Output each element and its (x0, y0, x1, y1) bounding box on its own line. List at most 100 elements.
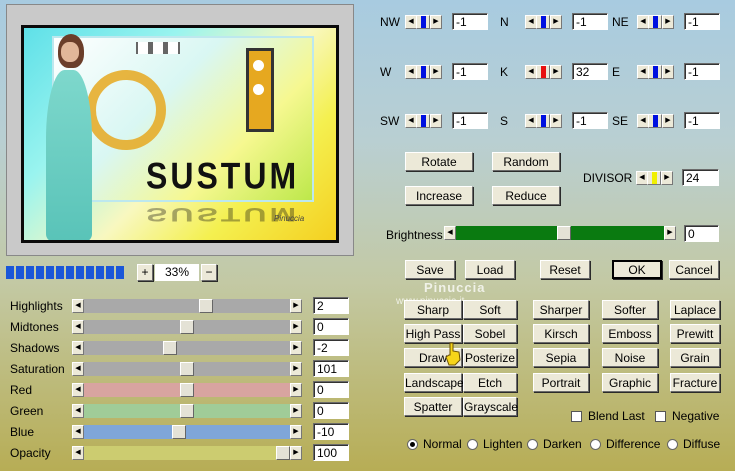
midtones-slider[interactable]: ◀ ▶ (72, 320, 304, 334)
zoom-out-button[interactable]: − (201, 264, 217, 281)
zoom-in-button[interactable]: + (137, 264, 153, 281)
kernel-k-right-arrow-icon[interactable]: ▶ (550, 65, 562, 79)
divisor-field[interactable]: 24 (682, 169, 719, 186)
kernel-e-spinner[interactable]: ◀ ▶ (637, 65, 674, 79)
ok-button[interactable]: OK (612, 260, 662, 279)
red-slider[interactable]: ◀ ▶ (72, 383, 304, 397)
preset-high-pass-button[interactable]: High Pass (404, 324, 462, 343)
kernel-n-field[interactable]: -1 (572, 13, 608, 30)
kernel-nw-field[interactable]: -1 (452, 13, 488, 30)
preset-posterize-button[interactable]: Posterize (463, 348, 517, 367)
kernel-se-field[interactable]: -1 (684, 112, 720, 129)
preview-image-frame[interactable]: SUSTUM SUSTUM Pinuccia (21, 25, 339, 243)
brightness-left-arrow-icon[interactable]: ◀ (444, 226, 456, 240)
kernel-e-right-arrow-icon[interactable]: ▶ (662, 65, 674, 79)
kernel-sw-spinner[interactable]: ◀ ▶ (405, 114, 442, 128)
shadows-left-arrow-icon[interactable]: ◀ (72, 341, 84, 355)
highlights-slider[interactable]: ◀ ▶ (72, 299, 304, 313)
preset-portrait-button[interactable]: Portrait (533, 373, 589, 392)
mode-normal-radio[interactable] (407, 439, 418, 450)
kernel-e-field[interactable]: -1 (684, 63, 720, 80)
preset-sepia-button[interactable]: Sepia (533, 348, 589, 367)
preset-laplace-button[interactable]: Laplace (670, 300, 720, 319)
save-button[interactable]: Save (405, 260, 455, 279)
kernel-w-right-arrow-icon[interactable]: ▶ (430, 65, 442, 79)
kernel-ne-right-arrow-icon[interactable]: ▶ (662, 15, 674, 29)
preset-fracture-button[interactable]: Fracture (670, 373, 720, 392)
kernel-s-right-arrow-icon[interactable]: ▶ (550, 114, 562, 128)
highlights-thumb[interactable] (199, 299, 213, 313)
preset-sharp-button[interactable]: Sharp (404, 300, 462, 319)
green-slider[interactable]: ◀ ▶ (72, 404, 304, 418)
brightness-thumb[interactable] (557, 226, 571, 240)
kernel-s-field[interactable]: -1 (572, 112, 608, 129)
preset-sharper-button[interactable]: Sharper (533, 300, 589, 319)
load-button[interactable]: Load (465, 260, 515, 279)
blend-last-checkbox[interactable] (571, 411, 582, 422)
preset-grayscale-button[interactable]: Grayscale (463, 397, 518, 416)
random-button[interactable]: Random (492, 152, 560, 171)
opacity-slider[interactable]: ◀ ▶ (72, 446, 304, 460)
kernel-ne-spinner[interactable]: ◀ ▶ (637, 15, 674, 29)
opacity-right-arrow-icon[interactable]: ▶ (290, 446, 302, 460)
mode-lighten-radio[interactable] (467, 439, 478, 450)
shadows-slider[interactable]: ◀ ▶ (72, 341, 304, 355)
rotate-button[interactable]: Rotate (405, 152, 473, 171)
saturation-field[interactable]: 101 (313, 360, 349, 377)
negative-checkbox[interactable] (655, 411, 666, 422)
blue-slider[interactable]: ◀ ▶ (72, 425, 304, 439)
kernel-se-right-arrow-icon[interactable]: ▶ (662, 114, 674, 128)
red-field[interactable]: 0 (313, 381, 349, 398)
preset-landscape-button[interactable]: Landscape (404, 373, 464, 392)
brightness-slider[interactable]: ◀ ▶ (444, 226, 676, 240)
blue-field[interactable]: -10 (313, 423, 349, 440)
green-field[interactable]: 0 (313, 402, 349, 419)
preset-softer-button[interactable]: Softer (602, 300, 658, 319)
opacity-thumb[interactable] (276, 446, 290, 460)
preset-etch-button[interactable]: Etch (463, 373, 517, 392)
opacity-field[interactable]: 100 (313, 444, 349, 461)
preset-emboss-button[interactable]: Emboss (602, 324, 658, 343)
highlights-right-arrow-icon[interactable]: ▶ (290, 299, 302, 313)
kernel-sw-field[interactable]: -1 (452, 112, 488, 129)
blue-thumb[interactable] (172, 425, 186, 439)
reset-button[interactable]: Reset (540, 260, 590, 279)
kernel-nw-right-arrow-icon[interactable]: ▶ (430, 15, 442, 29)
red-right-arrow-icon[interactable]: ▶ (290, 383, 302, 397)
kernel-sw-right-arrow-icon[interactable]: ▶ (430, 114, 442, 128)
preset-soft-button[interactable]: Soft (463, 300, 517, 319)
saturation-right-arrow-icon[interactable]: ▶ (290, 362, 302, 376)
blue-right-arrow-icon[interactable]: ▶ (290, 425, 302, 439)
reduce-button[interactable]: Reduce (492, 186, 560, 205)
kernel-s-spinner[interactable]: ◀ ▶ (525, 114, 562, 128)
highlights-field[interactable]: 2 (313, 297, 349, 314)
shadows-right-arrow-icon[interactable]: ▶ (290, 341, 302, 355)
divisor-right-arrow-icon[interactable]: ▶ (661, 171, 673, 185)
preset-graphic-button[interactable]: Graphic (602, 373, 658, 392)
mode-darken-radio[interactable] (527, 439, 538, 450)
blue-left-arrow-icon[interactable]: ◀ (72, 425, 84, 439)
green-left-arrow-icon[interactable]: ◀ (72, 404, 84, 418)
preset-prewitt-button[interactable]: Prewitt (670, 324, 720, 343)
opacity-left-arrow-icon[interactable]: ◀ (72, 446, 84, 460)
mode-difference-radio[interactable] (590, 439, 601, 450)
red-thumb[interactable] (180, 383, 194, 397)
preset-spatter-button[interactable]: Spatter (404, 397, 462, 416)
mode-diffuse-radio[interactable] (667, 439, 678, 450)
increase-button[interactable]: Increase (405, 186, 473, 205)
shadows-thumb[interactable] (163, 341, 177, 355)
kernel-ne-field[interactable]: -1 (684, 13, 720, 30)
midtones-left-arrow-icon[interactable]: ◀ (72, 320, 84, 334)
kernel-w-spinner[interactable]: ◀ ▶ (405, 65, 442, 79)
midtones-right-arrow-icon[interactable]: ▶ (290, 320, 302, 334)
kernel-k-field[interactable]: 32 (572, 63, 608, 80)
preset-kirsch-button[interactable]: Kirsch (533, 324, 589, 343)
kernel-se-spinner[interactable]: ◀ ▶ (637, 114, 674, 128)
highlights-left-arrow-icon[interactable]: ◀ (72, 299, 84, 313)
red-left-arrow-icon[interactable]: ◀ (72, 383, 84, 397)
brightness-right-arrow-icon[interactable]: ▶ (664, 226, 676, 240)
shadows-field[interactable]: -2 (313, 339, 349, 356)
green-thumb[interactable] (180, 404, 194, 418)
preset-grain-button[interactable]: Grain (670, 348, 720, 367)
saturation-slider[interactable]: ◀ ▶ (72, 362, 304, 376)
